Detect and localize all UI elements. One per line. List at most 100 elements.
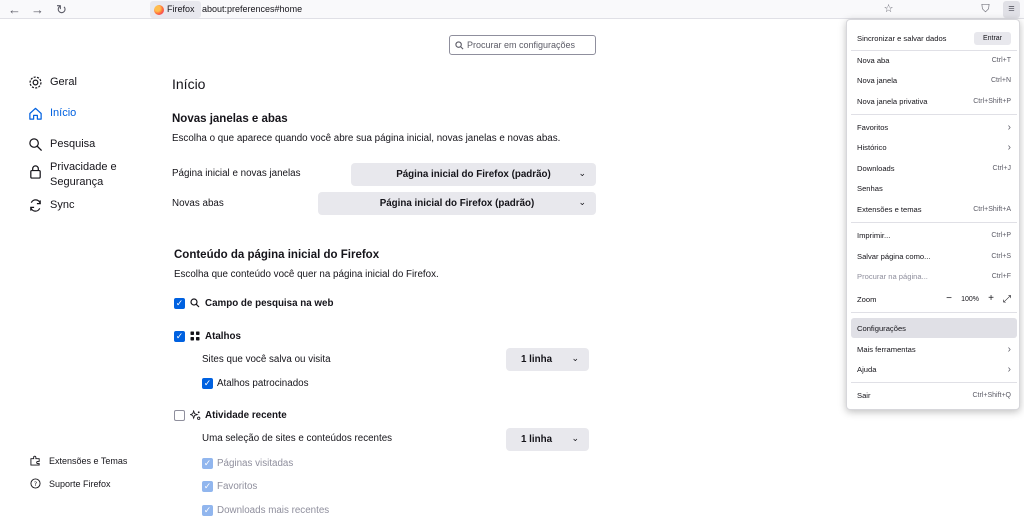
- shortcuts-checkbox[interactable]: ✓: [174, 331, 185, 342]
- back-icon[interactable]: ←: [6, 1, 23, 18]
- chevron-right-icon: ›: [1007, 141, 1011, 153]
- recent-rows-label: Uma seleção de sites e conteúdos recente…: [202, 433, 393, 444]
- app-menu-icon[interactable]: ≡: [1003, 1, 1020, 18]
- zoom-out-button[interactable]: −: [943, 293, 955, 305]
- recent-rows-value: 1 linha: [521, 434, 553, 445]
- menu-item-passwords[interactable]: Senhas: [851, 178, 1017, 198]
- url-bar[interactable]: Firefox about:preferences#home: [150, 1, 900, 18]
- category-sync[interactable]: Sync: [28, 198, 74, 213]
- menu-item-new-tab[interactable]: Nova aba Ctrl+T: [851, 50, 1017, 70]
- downloads-label: Downloads mais recentes: [217, 505, 330, 516]
- menu-item-settings[interactable]: Configurações: [851, 318, 1017, 338]
- menu-item-bookmarks[interactable]: Favoritos ›: [851, 117, 1017, 137]
- menu-separator: [851, 312, 1017, 313]
- chevron-right-icon: ›: [1007, 121, 1011, 133]
- bookmarks-label: Favoritos: [217, 481, 258, 492]
- menu-item-label: Nova aba: [857, 55, 890, 65]
- identity-label: Firefox: [167, 4, 195, 14]
- chevron-right-icon: ›: [1007, 343, 1011, 355]
- chevron-down-icon: ⌄: [578, 168, 586, 178]
- newtabs-label: Novas abas: [172, 198, 224, 209]
- menu-item-shortcut: Ctrl+Shift+A: [973, 205, 1011, 213]
- firefox-logo-icon: [154, 4, 164, 15]
- puzzle-icon: [30, 455, 40, 466]
- websearch-checkbox[interactable]: ✓: [174, 298, 185, 309]
- menu-item-print[interactable]: Imprimir... Ctrl+P: [851, 225, 1017, 245]
- help-icon: ?: [30, 478, 41, 489]
- identity-box[interactable]: Firefox: [150, 1, 201, 18]
- category-label: Pesquisa: [50, 138, 96, 150]
- menu-item-quit[interactable]: Sair Ctrl+Shift+Q: [851, 385, 1017, 405]
- sponsored-shortcuts-label: Atalhos patrocinados: [217, 378, 309, 389]
- websearch-label: Campo de pesquisa na web: [205, 298, 334, 309]
- menu-item-shortcut: Ctrl+P: [991, 231, 1011, 239]
- recent-activity-label: Atividade recente: [205, 410, 287, 421]
- footer-label: Suporte Firefox: [49, 478, 111, 489]
- zoom-in-button[interactable]: +: [985, 293, 997, 305]
- newtabs-select-value: Página inicial do Firefox (padrão): [379, 198, 535, 209]
- shortcuts-grid-icon: [190, 331, 200, 341]
- category-label: Privacidade e Segurança: [50, 161, 117, 188]
- svg-text:?: ?: [34, 480, 37, 488]
- chevron-right-icon: ›: [1007, 363, 1011, 375]
- chevron-down-icon: ⌄: [571, 353, 579, 363]
- shortcuts-label: Atalhos: [205, 331, 241, 342]
- category-label: Início: [50, 107, 77, 119]
- category-privacy[interactable]: Privacidade e Segurança: [28, 160, 138, 190]
- menu-item-save-page[interactable]: Salvar página como... Ctrl+S: [851, 246, 1017, 266]
- section-heading-content: Conteúdo da página inicial do Firefox: [174, 249, 380, 261]
- menu-item-label: Ajuda: [857, 364, 877, 374]
- menu-separator: [851, 382, 1017, 383]
- menu-item-label: Salvar página como...: [857, 251, 931, 261]
- fullscreen-icon[interactable]: ⤢: [1003, 294, 1011, 305]
- shortcuts-rows-select[interactable]: 1 linha ⌄: [506, 348, 589, 371]
- newtabs-select[interactable]: Página inicial do Firefox (padrão) ⌄: [318, 192, 596, 215]
- firefox-support-link[interactable]: ? Suporte Firefox: [30, 478, 111, 489]
- category-label: Sync: [50, 199, 75, 211]
- shortcuts-rows-value: 1 linha: [521, 354, 553, 365]
- homepage-select-value: Página inicial do Firefox (padrão): [396, 169, 551, 180]
- menu-item-label: Zoom: [857, 294, 877, 304]
- homepage-label: Página inicial e novas janelas: [172, 168, 301, 179]
- menu-item-private-window[interactable]: Nova janela privativa Ctrl+Shift+P: [851, 91, 1017, 111]
- homepage-select[interactable]: Página inicial do Firefox (padrão) ⌄: [351, 163, 596, 186]
- reload-icon[interactable]: ↻: [53, 1, 70, 18]
- menu-item-shortcut: Ctrl+T: [991, 56, 1011, 64]
- extensions-themes-link[interactable]: Extensões e Temas: [30, 455, 127, 466]
- menu-item-shortcut: Ctrl+F: [991, 272, 1011, 280]
- section-description: Escolha que conteúdo você quer na página…: [174, 269, 439, 280]
- menu-item-help[interactable]: Ajuda ›: [851, 359, 1017, 379]
- bookmark-star-icon[interactable]: ☆: [880, 1, 897, 18]
- recent-activity-checkbox[interactable]: [174, 410, 185, 421]
- lock-icon: [30, 165, 41, 179]
- signin-button[interactable]: Entrar: [973, 31, 1011, 45]
- menu-item-history[interactable]: Histórico ›: [851, 137, 1017, 157]
- sparkle-icon: [190, 410, 201, 420]
- downloads-checkbox[interactable]: ✓: [202, 505, 213, 516]
- search-icon: [190, 298, 200, 308]
- menu-item-more-tools[interactable]: Mais ferramentas ›: [851, 339, 1017, 359]
- menu-item-downloads[interactable]: Downloads Ctrl+J: [851, 158, 1017, 178]
- menu-item-addons[interactable]: Extensões e temas Ctrl+Shift+A: [851, 199, 1017, 219]
- chevron-down-icon: ⌄: [578, 197, 586, 207]
- menu-item-label: Imprimir...: [857, 230, 891, 240]
- visited-pages-checkbox[interactable]: ✓: [202, 458, 213, 469]
- forward-icon[interactable]: →: [29, 1, 46, 18]
- recent-rows-select[interactable]: 1 linha ⌄: [506, 428, 589, 451]
- menu-item-label: Mais ferramentas: [857, 344, 916, 354]
- category-home[interactable]: Início: [28, 106, 76, 121]
- sponsored-shortcuts-checkbox[interactable]: ✓: [202, 378, 213, 389]
- home-icon: [29, 107, 42, 120]
- bookmarks-checkbox[interactable]: ✓: [202, 481, 213, 492]
- search-icon: [455, 40, 464, 49]
- pocket-icon[interactable]: ⛉: [977, 1, 994, 18]
- settings-search-field[interactable]: Procurar em configurações: [449, 35, 596, 55]
- url-text[interactable]: about:preferences#home: [202, 1, 302, 18]
- gear-icon: [29, 76, 42, 89]
- menu-separator: [851, 114, 1017, 115]
- zoom-level[interactable]: 100%: [961, 296, 979, 303]
- category-general[interactable]: Geral: [28, 75, 77, 90]
- menu-item-label: Configurações: [857, 323, 906, 333]
- category-search[interactable]: Pesquisa: [28, 137, 95, 152]
- menu-item-new-window[interactable]: Nova janela Ctrl+N: [851, 70, 1017, 90]
